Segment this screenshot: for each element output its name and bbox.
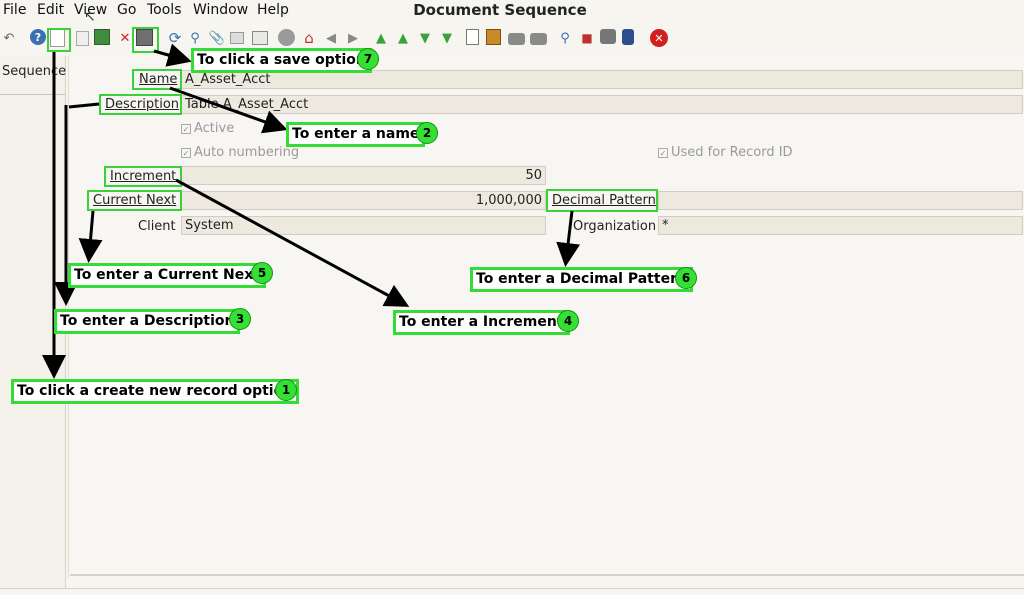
step-badge-5: 5	[251, 262, 273, 284]
annotation-arrows	[42, 43, 581, 379]
step-badge-1: 1	[275, 379, 297, 401]
callout-create-new-record: To click a create new record option	[11, 379, 300, 404]
callout-enter-name: To enter a name	[286, 122, 426, 147]
arrow-7	[153, 43, 192, 67]
callout-enter-current-next: To enter a Current Next	[68, 263, 266, 288]
arrow-6	[556, 210, 581, 267]
step-badge-3: 3	[229, 308, 251, 330]
step-badge-7: 7	[357, 48, 379, 70]
callout-enter-increment: To enter a Increment	[393, 310, 570, 335]
callout-enter-decimal-pattern: To enter a Decimal Pattern	[470, 267, 693, 292]
callout-enter-description: To enter a Description	[54, 309, 241, 334]
step-badge-6: 6	[675, 267, 697, 289]
callout-click-save: To click a save option	[191, 48, 372, 73]
step-badge-4: 4	[557, 310, 579, 332]
step-badge-2: 2	[416, 122, 438, 144]
arrow-2	[169, 86, 288, 134]
arrow-5	[78, 210, 103, 263]
arrow-3-top	[68, 102, 100, 109]
